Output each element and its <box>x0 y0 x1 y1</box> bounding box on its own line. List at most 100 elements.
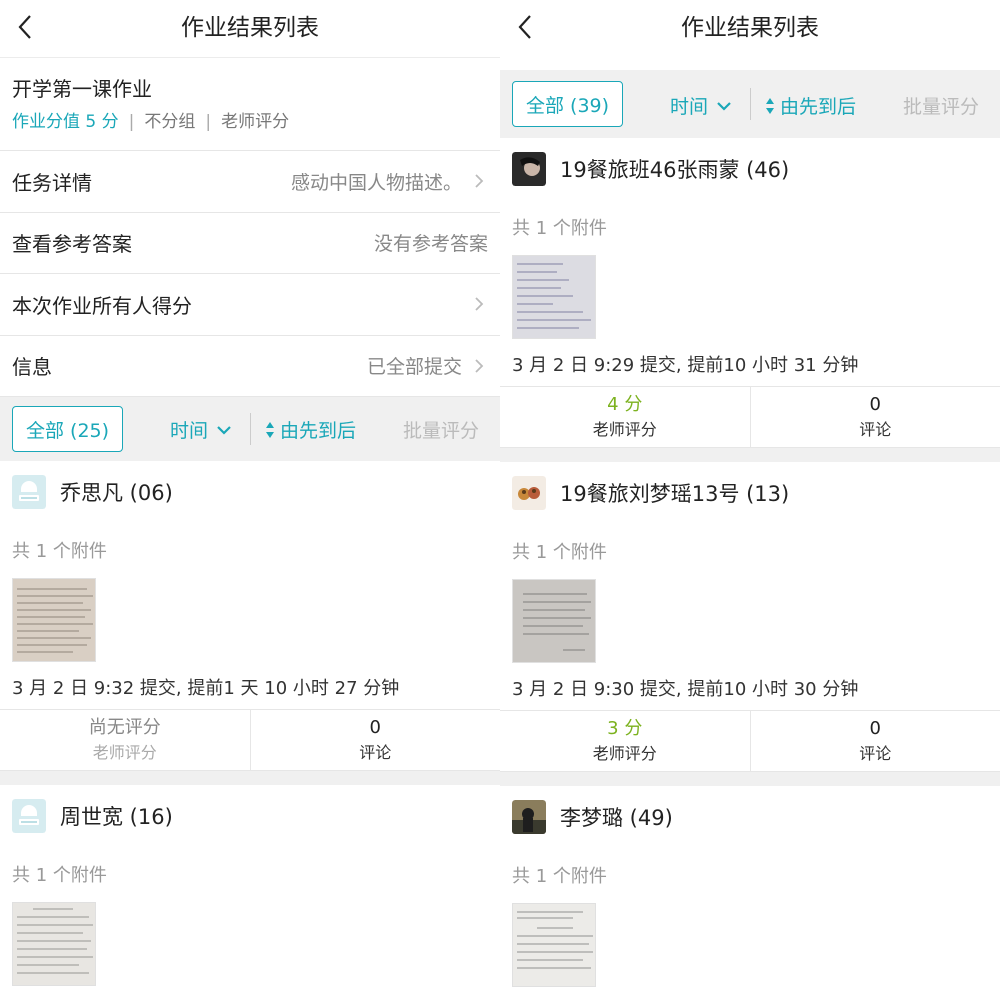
avatar[interactable] <box>512 800 546 834</box>
back-chevron-icon <box>18 15 31 39</box>
score-label: 老师评分 <box>92 743 157 762</box>
avatar[interactable] <box>512 152 546 186</box>
batch-grade-button[interactable]: 批量评分 <box>403 416 479 443</box>
score-label: 老师评分 <box>592 744 657 763</box>
sort-order-button[interactable]: 由先到后 <box>764 92 856 119</box>
card-gap <box>500 772 1000 786</box>
right-screen: 作业结果列表 全部 (39) 时间 由先到后 批量评分 19餐旅班46张雨蒙 (… <box>500 0 1000 1000</box>
score-value: 4 分 <box>607 394 643 415</box>
score-value: 尚无评分 <box>88 717 161 738</box>
row-value: 感动中国人物描述。 <box>290 171 462 194</box>
card-header: 李梦璐 (49) <box>500 786 1000 848</box>
sort-order-button[interactable]: 由先到后 <box>264 416 356 443</box>
homework-grouping: 不分组 <box>144 112 196 132</box>
sort-time-button[interactable]: 时间 <box>670 92 734 119</box>
row-reference-answer[interactable]: 查看参考答案 没有参考答案 <box>0 213 500 274</box>
card-header: 19餐旅班46张雨蒙 (46) <box>500 138 1000 200</box>
card-header: 周世宽 (16) <box>0 785 500 847</box>
row-task-details[interactable]: 任务详情 感动中国人物描述。 <box>0 151 500 213</box>
submission-card: 乔思凡 (06) 共 1 个附件 3 月 2 日 9:32 提交, 提前1 天 … <box>0 461 500 771</box>
submission-card: 李梦璐 (49) 共 1 个附件 <box>500 786 1000 987</box>
submit-time: 3 月 2 日 9:30 提交, 提前10 小时 30 分钟 <box>512 679 859 700</box>
submit-time: 3 月 2 日 9:32 提交, 提前1 天 10 小时 27 分钟 <box>12 678 400 699</box>
student-name: 19餐旅班46张雨蒙 (46) <box>560 158 790 182</box>
row-label: 查看参考答案 <box>12 232 132 257</box>
attachment-count: 共 1 个附件 <box>512 542 607 563</box>
comment-label: 评论 <box>859 420 892 439</box>
meta-divider: | <box>128 112 135 132</box>
back-button[interactable] <box>12 12 42 42</box>
student-name: 李梦璐 (49) <box>560 806 673 830</box>
row-info[interactable]: 信息 已全部提交 <box>0 336 500 397</box>
student-name: 乔思凡 (06) <box>60 481 173 505</box>
sort-arrows-icon <box>766 97 774 114</box>
attachment-thumbnail[interactable] <box>12 578 96 662</box>
teacher-score-cell[interactable]: 尚无评分 老师评分 <box>0 710 250 770</box>
submission-card: 19餐旅刘梦瑶13号 (13) 共 1 个附件 3 月 2 日 9:30 提交,… <box>500 462 1000 772</box>
row-value: 已全部提交 <box>366 356 462 379</box>
comment-label: 评论 <box>359 743 392 762</box>
row-all-scores[interactable]: 本次作业所有人得分 <box>0 274 500 336</box>
score-bar: 尚无评分 老师评分 0 评论 <box>0 709 500 771</box>
comments-cell[interactable]: 0 评论 <box>749 711 1000 771</box>
attachment-thumbnail[interactable] <box>12 902 96 986</box>
comments-cell[interactable]: 0 评论 <box>249 710 501 770</box>
meta-divider: | <box>205 112 212 132</box>
homework-grader: 老师评分 <box>221 112 290 132</box>
chevron-down-icon <box>717 101 731 111</box>
attachment-count: 共 1 个附件 <box>512 866 607 887</box>
attachment-thumbnail[interactable] <box>512 579 596 663</box>
comments-cell[interactable]: 0 评论 <box>749 387 1000 447</box>
filter-divider <box>250 413 251 445</box>
chevron-right-icon <box>475 297 484 311</box>
nav-bar: 作业结果列表 <box>500 0 1000 70</box>
row-value: 没有参考答案 <box>373 233 488 256</box>
batch-grade-button[interactable]: 批量评分 <box>903 92 979 119</box>
back-button[interactable] <box>512 12 542 42</box>
score-bar: 4 分 老师评分 0 评论 <box>500 386 1000 448</box>
handwriting-image <box>17 908 93 974</box>
sort-arrows-icon <box>266 421 274 438</box>
score-bar: 3 分 老师评分 0 评论 <box>500 710 1000 772</box>
card-gap <box>0 771 500 785</box>
attachment-thumbnail[interactable] <box>512 903 596 987</box>
chevron-right-icon <box>475 174 484 188</box>
card-header: 19餐旅刘梦瑶13号 (13) <box>500 462 1000 524</box>
filter-bar: 全部 (25) 时间 由先到后 批量评分 <box>0 397 500 461</box>
row-label: 信息 <box>12 355 52 380</box>
card-header: 乔思凡 (06) <box>0 461 500 523</box>
avatar[interactable] <box>12 799 46 833</box>
filter-all-button[interactable]: 全部 (25) <box>12 406 124 452</box>
submission-card: 19餐旅班46张雨蒙 (46) 共 1 个附件 3 月 2 日 9:29 提交,… <box>500 138 1000 448</box>
chevron-right-icon <box>475 359 484 373</box>
filter-all-button[interactable]: 全部 (39) <box>512 81 624 127</box>
comment-count: 0 <box>869 718 881 739</box>
attachment-thumbnail[interactable] <box>512 255 596 339</box>
handwriting-image <box>517 263 591 329</box>
sort-time-button[interactable]: 时间 <box>170 416 234 443</box>
student-name: 19餐旅刘梦瑶13号 (13) <box>560 482 790 506</box>
homework-title: 开学第一课作业 <box>12 77 152 101</box>
avatar[interactable] <box>512 476 546 510</box>
score-label: 老师评分 <box>592 420 657 439</box>
student-name: 周世宽 (16) <box>60 805 173 829</box>
avatar[interactable] <box>12 475 46 509</box>
teacher-score-cell[interactable]: 3 分 老师评分 <box>500 711 750 771</box>
chevron-down-icon <box>217 425 231 435</box>
submit-time: 3 月 2 日 9:29 提交, 提前10 小时 31 分钟 <box>512 355 859 376</box>
comment-label: 评论 <box>859 744 892 763</box>
submission-card: 周世宽 (16) 共 1 个附件 <box>0 785 500 986</box>
handwriting-image <box>523 593 591 651</box>
back-chevron-icon <box>518 15 531 39</box>
teacher-score-cell[interactable]: 4 分 老师评分 <box>500 387 750 447</box>
homework-points: 作业分值 5 分 <box>12 112 119 132</box>
sort-order-label: 由先到后 <box>280 420 357 442</box>
row-label: 任务详情 <box>12 170 92 195</box>
comment-count: 0 <box>869 394 881 415</box>
handwriting-image <box>517 911 593 969</box>
attachment-count: 共 1 个附件 <box>12 541 107 562</box>
filter-divider <box>750 88 751 120</box>
homework-header: 开学第一课作业 作业分值 5 分 | 不分组 | 老师评分 <box>0 58 500 151</box>
attachment-count: 共 1 个附件 <box>12 865 107 886</box>
page-title: 作业结果列表 <box>681 15 819 41</box>
